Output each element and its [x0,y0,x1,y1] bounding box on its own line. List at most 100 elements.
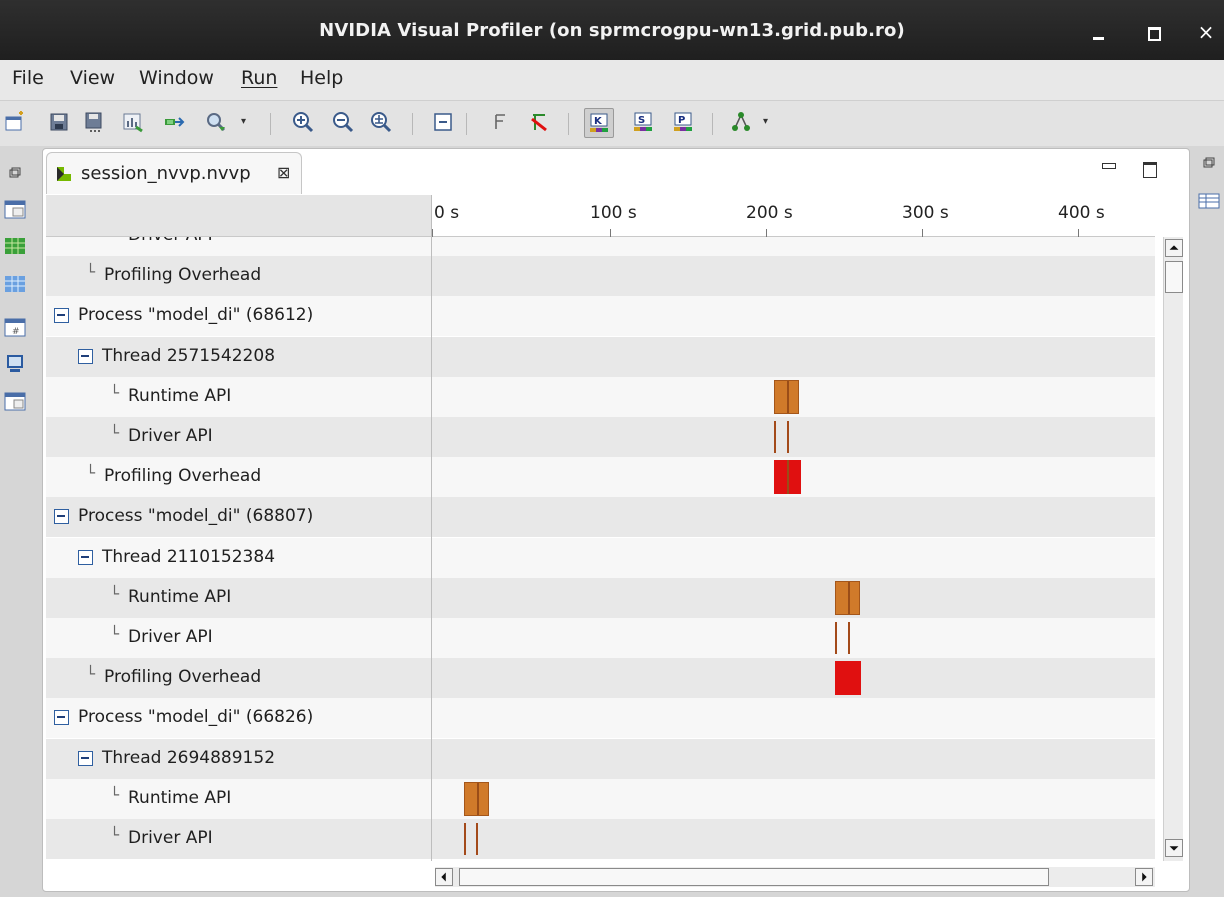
left-trim-bar: # [0,146,38,897]
menu-view[interactable]: View [70,67,115,89]
timeline-row[interactable]: └ Driver API [46,417,1155,457]
timeline-row[interactable]: Thread 2571542208 [46,336,1155,377]
timeline-row[interactable]: Thread 2110152384 [46,537,1155,578]
table-view-icon[interactable] [1198,192,1222,212]
toolbar-separator [466,113,467,135]
scroll-right-button[interactable] [1135,868,1153,886]
menu-window[interactable]: Window [139,67,214,89]
close-window-button[interactable]: × [1192,18,1220,46]
timeline-row[interactable]: Process "model_di" (68612) [46,296,1155,337]
zoom-in-icon[interactable] [292,111,314,133]
driver-api-bar[interactable] [787,421,789,453]
ruler-tick-mark [766,229,767,237]
ruler-tick-label: 0 s [434,203,460,223]
runtime-api-bar[interactable] [774,379,799,414]
dependency-icon[interactable] [730,111,752,133]
menu-help[interactable]: Help [300,67,343,89]
editor-area: session_nvvp.nvvp ⊠ 0 s 100 s 200 s 300 s 40… [42,148,1190,892]
clear-filter-icon[interactable] [528,111,550,133]
grid-view-icon[interactable] [4,236,28,256]
scroll-down-button[interactable] [1165,839,1183,857]
timeline-rows[interactable]: └ Driver API └ Profiling Overhead Process "m… [46,237,1155,861]
search-dropdown-arrow[interactable]: ▾ [238,111,250,133]
timeline-row[interactable]: Thread 2694889152 [46,738,1155,779]
search-icon[interactable] [205,111,227,133]
time-ruler[interactable]: 0 s 100 s 200 s 300 s 400 s [431,195,1155,237]
properties-view-icon[interactable]: # [4,318,28,338]
driver-api-bar[interactable] [464,823,466,855]
driver-api-bar[interactable] [774,421,776,453]
save-icon[interactable] [48,111,70,133]
collapse-toggle-icon[interactable] [78,750,93,766]
horizontal-scrollbar[interactable] [435,867,1155,887]
row-label: Profiling Overhead [104,667,262,688]
maximize-editor-button[interactable] [1140,159,1158,178]
svg-text:S: S [638,115,645,126]
table-view-icon[interactable] [4,274,28,294]
profiling-overhead-bar[interactable] [835,661,861,696]
filter-icon[interactable] [490,111,512,133]
row-label: Thread 2571542208 [102,345,276,366]
maximize-window-button[interactable] [1140,18,1168,46]
tree-leaf-icon: └ [110,625,120,643]
timeline-row[interactable]: └ Profiling Overhead [46,457,1155,498]
profiling-overhead-bar[interactable] [774,460,801,495]
timeline-row[interactable]: └ Runtime API [46,376,1155,417]
row-label: Profiling Overhead [104,466,262,487]
tree-leaf-icon: └ [110,383,120,402]
tab-session[interactable]: session_nvvp.nvvp ⊠ [46,152,302,194]
horizontal-scroll-thumb[interactable] [459,868,1049,886]
driver-api-bar[interactable] [835,622,837,654]
timeline-row[interactable]: └ Runtime API [46,778,1155,819]
restore-icon[interactable] [1198,156,1222,176]
collapse-toggle-icon[interactable] [78,348,93,364]
row-label: Process "model_di" (68612) [78,305,314,326]
driver-api-bar[interactable] [848,622,850,654]
stream-view-icon[interactable]: S [632,111,654,133]
new-session-icon[interactable] [4,111,26,133]
timeline-row[interactable]: └ Driver API [46,618,1155,658]
right-trim-bar [1192,146,1224,897]
runtime-api-bar[interactable] [464,781,489,816]
analysis-icon[interactable] [122,111,144,133]
timeline-row[interactable]: └ Driver API [46,237,1155,256]
timeline-row[interactable]: Process "model_di" (66826) [46,698,1155,739]
scroll-left-button[interactable] [435,868,453,886]
menu-file[interactable]: File [12,67,44,89]
zoom-to-fit-icon[interactable] [370,111,392,133]
menu-run[interactable]: Run [241,67,277,89]
collapse-toggle-icon[interactable] [54,308,69,324]
collapse-icon[interactable] [432,111,454,133]
export-icon[interactable] [163,111,185,133]
collapse-toggle-icon[interactable] [54,509,69,525]
restore-icon[interactable] [4,166,28,186]
kernel-view-icon[interactable]: K [584,108,614,138]
timeline-row[interactable]: └ Driver API [46,819,1155,859]
process-view-icon[interactable]: P [672,111,694,133]
collapse-toggle-icon[interactable] [54,710,69,726]
close-tab-icon[interactable]: ⊠ [277,163,290,182]
vertical-scrollbar[interactable] [1163,237,1183,861]
minimize-window-button[interactable] [1086,18,1114,46]
minimize-editor-button[interactable] [1100,159,1118,177]
save-all-icon[interactable] [83,111,105,133]
row-label: Driver API [128,237,213,245]
driver-api-bar[interactable] [476,823,478,855]
menu-bar: File View Window Run Help [0,60,1224,100]
timeline-row[interactable]: └ Runtime API [46,577,1155,618]
console-view-icon[interactable] [4,354,28,374]
timeline-row[interactable]: └ Profiling Overhead [46,256,1155,297]
timeline-row[interactable]: └ Profiling Overhead [46,658,1155,699]
session-file-icon [55,165,75,183]
details-view-icon[interactable] [4,392,28,412]
timeline-row[interactable]: Process "model_di" (68807) [46,497,1155,538]
tree-leaf-icon: └ [86,665,96,684]
chart-view-icon[interactable] [4,200,28,220]
timeline-divider[interactable] [431,237,432,861]
zoom-out-icon[interactable] [332,111,354,133]
dependency-dropdown-arrow[interactable]: ▾ [760,111,772,133]
vertical-scroll-thumb[interactable] [1165,261,1183,293]
collapse-toggle-icon[interactable] [78,549,93,565]
runtime-api-bar[interactable] [835,580,860,615]
scroll-up-button[interactable] [1165,239,1183,257]
